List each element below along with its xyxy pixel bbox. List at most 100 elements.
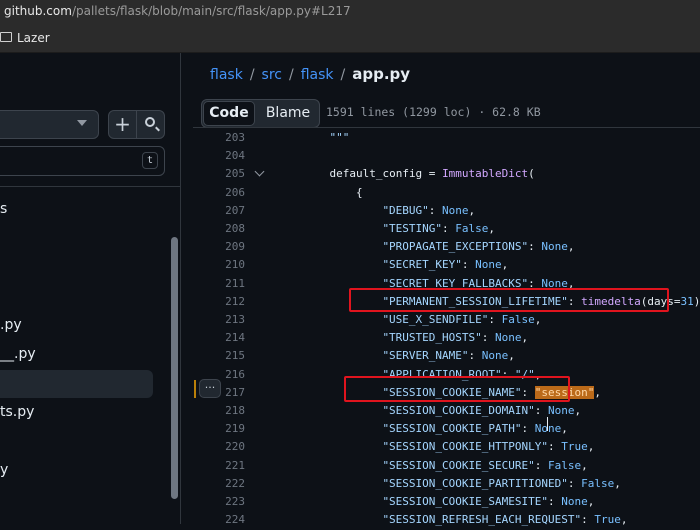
code-text: "TRUSTED_HOSTS": None, xyxy=(382,331,528,344)
code-token: : xyxy=(488,313,502,326)
code-text: "SERVER_NAME": None, xyxy=(382,349,514,362)
tree-item[interactable]: y xyxy=(0,462,8,478)
code-line[interactable]: 220 "SESSION_COOKIE_HTTPONLY": True, xyxy=(193,439,700,457)
code-token: "SERVER_NAME" xyxy=(382,349,469,363)
line-number[interactable]: 214 xyxy=(205,331,245,344)
add-file-button[interactable]: + xyxy=(108,110,137,139)
code-line[interactable]: 222 "SESSION_COOKIE_PARTITIONED": False, xyxy=(193,476,700,494)
code-line[interactable]: 221 "SESSION_COOKIE_SECURE": False, xyxy=(193,458,700,476)
code-token: : xyxy=(442,222,456,235)
code-line[interactable]: 224 "SESSION_REFRESH_EACH_REQUEST": True, xyxy=(193,512,700,530)
code-token: , xyxy=(534,313,542,326)
line-number[interactable]: 221 xyxy=(205,459,245,472)
bookmark-folder-label[interactable]: Lazer xyxy=(17,31,50,45)
code-text: "SESSION_COOKIE_SAMESITE": None, xyxy=(382,495,594,508)
line-number[interactable]: 204 xyxy=(205,149,245,162)
tree-item[interactable]: ts.py xyxy=(0,404,34,420)
code-line[interactable]: 210 "SECRET_KEY": None, xyxy=(193,257,700,275)
plus-icon: + xyxy=(114,112,131,136)
line-number[interactable]: 207 xyxy=(205,204,245,217)
code-line[interactable]: 215 "SERVER_NAME": None, xyxy=(193,348,700,366)
code-text: "SESSION_REFRESH_EACH_REQUEST": True, xyxy=(382,513,627,526)
code-token: False xyxy=(501,313,535,326)
tab-blame[interactable]: Blame xyxy=(258,101,318,126)
tree-item-selected[interactable] xyxy=(0,370,153,398)
code-token: ), xyxy=(693,294,700,308)
breadcrumb-link-flask[interactable]: flask xyxy=(210,67,243,83)
code-text: "SECRET_KEY": None, xyxy=(382,258,508,271)
code-line[interactable]: 213 "USE_X_SENDFILE": False, xyxy=(193,312,700,330)
browser-address-bar[interactable]: github.com/pallets/flask/blob/main/src/f… xyxy=(0,0,700,25)
line-number[interactable]: 209 xyxy=(205,240,245,253)
code-token: True xyxy=(561,440,588,454)
code-token: ImmutableDict xyxy=(442,167,529,181)
line-options-button[interactable]: ··· xyxy=(199,379,221,398)
code-line[interactable]: 205 default_config = ImmutableDict( xyxy=(193,166,700,184)
line-number[interactable]: 220 xyxy=(205,440,245,453)
breadcrumb-current-file: app.py xyxy=(352,65,411,83)
code-token: , xyxy=(488,222,496,235)
url-text[interactable]: github.com/pallets/flask/blob/main/src/f… xyxy=(4,4,351,18)
line-number[interactable]: 203 xyxy=(205,131,245,144)
code-text: "USE_X_SENDFILE": False, xyxy=(382,313,541,326)
line-number[interactable]: 223 xyxy=(205,495,245,508)
code-line[interactable]: 203 """ xyxy=(193,130,700,148)
code-token: , xyxy=(521,331,529,345)
divider xyxy=(0,186,180,187)
tab-code[interactable]: Code xyxy=(203,101,255,126)
breadcrumb-link-src[interactable]: src xyxy=(262,67,282,83)
code-line[interactable]: 223 "SESSION_COOKIE_SAMESITE": None, xyxy=(193,494,700,512)
code-token: , xyxy=(574,404,582,417)
line-number[interactable]: 205 xyxy=(205,167,245,180)
code-token: : xyxy=(428,203,443,217)
search-button[interactable] xyxy=(136,110,165,139)
code-token: , xyxy=(594,385,601,399)
breadcrumb: flask / src / flask / app.py xyxy=(210,65,410,83)
tree-item[interactable]: .py xyxy=(0,317,22,333)
sidebar-scrollbar[interactable] xyxy=(171,237,178,499)
line-number[interactable]: 222 xyxy=(205,477,245,490)
file-stats: 1591 lines (1299 loc) · 62.8 KB xyxy=(326,105,541,119)
chevron-down-icon[interactable] xyxy=(77,120,87,126)
line-number[interactable]: 218 xyxy=(205,404,245,417)
code-line[interactable]: 209 "PROPAGATE_EXCEPTIONS": None, xyxy=(193,239,700,257)
code-text: default_config = ImmutableDict( xyxy=(329,167,534,180)
code-text: { xyxy=(356,186,363,199)
line-number[interactable]: 219 xyxy=(205,422,245,435)
tree-item[interactable]: __.py xyxy=(0,346,36,362)
line-number[interactable]: 208 xyxy=(205,222,245,235)
code-token: False xyxy=(581,476,615,490)
code-token: "TRUSTED_HOSTS" xyxy=(382,331,482,345)
line-number[interactable]: 213 xyxy=(205,313,245,326)
code-line[interactable]: 207 "DEBUG": None, xyxy=(193,203,700,221)
go-to-file-input[interactable] xyxy=(0,146,165,176)
code-line[interactable]: 208 "TESTING": False, xyxy=(193,221,700,239)
code-token: { xyxy=(355,185,363,199)
code-token: : xyxy=(567,476,582,490)
tree-item[interactable]: s xyxy=(0,201,7,217)
code-line[interactable]: 206 { xyxy=(193,185,700,203)
code-token: , xyxy=(561,422,568,436)
code-token: default_config = xyxy=(329,167,443,181)
line-number[interactable]: 215 xyxy=(205,349,245,362)
code-token: , xyxy=(620,513,628,527)
breadcrumb-link-flask-dir[interactable]: flask xyxy=(301,67,334,83)
code-token: None xyxy=(442,203,469,217)
divider xyxy=(193,127,700,128)
line-number[interactable]: 206 xyxy=(205,186,245,199)
search-icon xyxy=(145,117,155,127)
code-token: , xyxy=(468,203,476,217)
code-line[interactable]: 218 "SESSION_COOKIE_DOMAIN": None, xyxy=(193,403,700,421)
line-number[interactable]: 224 xyxy=(205,513,245,526)
code-line[interactable]: 204 xyxy=(193,148,700,166)
code-line[interactable]: 214 "TRUSTED_HOSTS": None, xyxy=(193,330,700,348)
code-token: : xyxy=(534,404,549,417)
code-token: , xyxy=(581,458,588,472)
code-line[interactable]: 219 "SESSION_COOKIE_PATH": None, xyxy=(193,421,700,439)
code-token: ( xyxy=(528,167,535,181)
breadcrumb-separator: / xyxy=(288,67,294,83)
line-number[interactable]: 210 xyxy=(205,258,245,271)
line-number[interactable]: 211 xyxy=(205,277,245,290)
line-number[interactable]: 212 xyxy=(205,295,245,308)
folder-icon[interactable] xyxy=(0,32,12,42)
